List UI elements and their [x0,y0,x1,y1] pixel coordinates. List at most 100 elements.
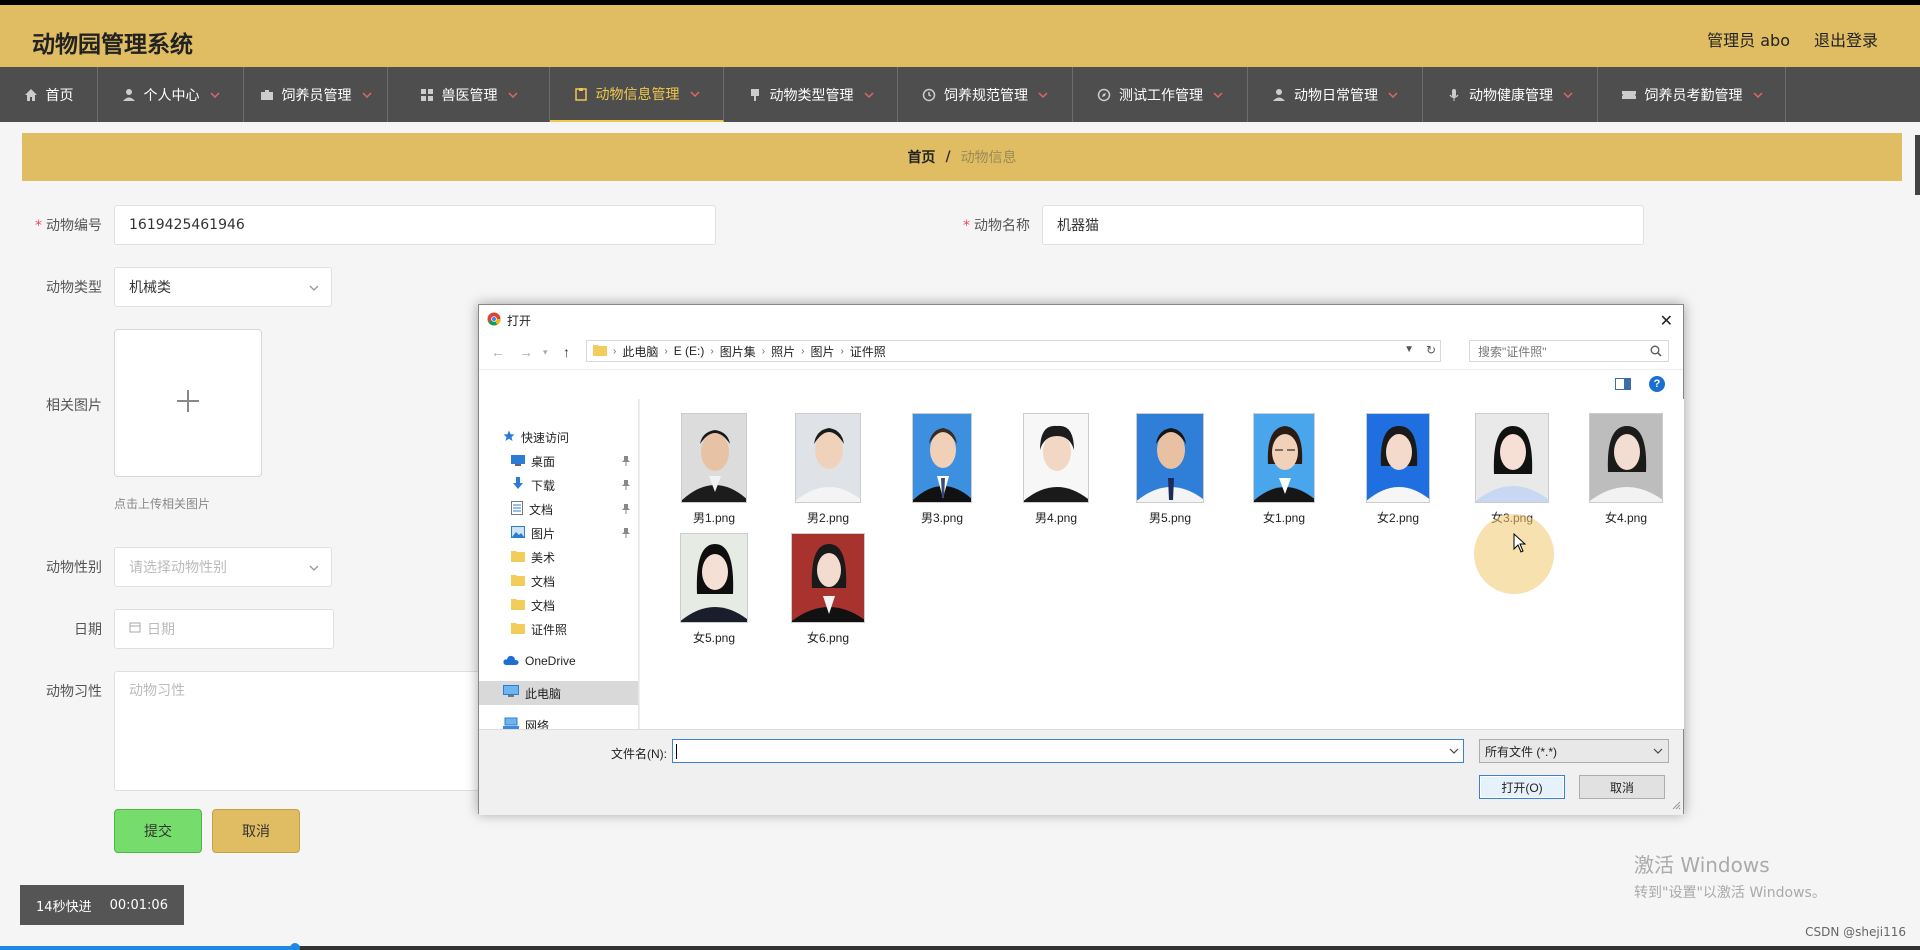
submit-button[interactable]: 提交 [114,809,202,853]
animal-id-input[interactable]: 1619425461946 [114,205,716,245]
animal-type-select[interactable]: 机械类 [114,267,332,307]
refresh-icon[interactable]: ↻ [1426,343,1436,357]
folder-icon [593,344,607,359]
sidebar-item-documents[interactable]: 文档 [479,497,638,521]
nav-item-animal-types[interactable]: 动物类型管理 [724,67,898,122]
chevron-down-icon [689,90,700,97]
file-item[interactable]: 女2.png [1352,413,1444,531]
download-icon [511,476,525,494]
chevron-down-icon [1563,91,1573,98]
photo-thumbnail [1475,413,1549,503]
file-item[interactable]: 男4.png [1010,413,1102,531]
video-progress-bar[interactable] [0,943,1920,950]
file-name: 女6.png [806,631,850,645]
resize-grip-icon[interactable] [1672,799,1681,813]
nav-item-personal[interactable]: 个人中心 [98,67,244,122]
file-item[interactable]: 女6.png [782,533,874,651]
page-scrollbar[interactable] [1915,135,1920,195]
pin-icon [622,503,630,517]
sidebar-item-desktop[interactable]: 桌面 [479,449,638,473]
progress-knob[interactable] [290,943,300,950]
address-bar[interactable]: › 此电脑 › E (E:) › 图片集 › 照片 › 图片 › 证件照 ▼ ↻ [586,340,1441,362]
nav-item-feeding-rules[interactable]: 饲养规范管理 [898,67,1073,122]
dialog-search-input[interactable]: 搜索"证件照" [1469,340,1669,362]
preview-pane-icon[interactable] [1615,378,1631,393]
path-segment[interactable]: E (E:) [674,344,705,358]
cancel-button[interactable]: 取消 [212,809,300,853]
sidebar-item-folder[interactable]: 文档 [479,569,638,593]
chevron-down-icon[interactable]: ▼ [1404,344,1414,355]
forward-arrow-icon[interactable]: → [519,344,533,360]
search-icon [1650,345,1662,360]
nav-item-test-work[interactable]: 测试工作管理 [1073,67,1248,122]
date-label: 日期 [74,622,102,638]
habit-textarea[interactable]: 动物习性 [114,671,480,791]
folder-icon [511,550,525,565]
dialog-cancel-button[interactable]: 取消 [1579,775,1665,799]
nav-item-keepers[interactable]: 饲养员管理 [244,67,388,122]
file-item[interactable]: 男5.png [1124,413,1216,531]
desktop-icon [511,454,525,469]
file-item[interactable]: 女5.png [668,533,760,651]
photo-thumbnail [912,413,972,503]
file-type-select[interactable]: 所有文件 (*.*) [1479,739,1669,763]
app-root: 动物园管理系统 管理员 abo 退出登录 首页 个人中心 饲养员管理 兽医管理 … [0,5,1920,950]
file-item[interactable]: 男2.png [782,413,874,531]
dialog-title: 打开 [507,313,532,328]
sidebar-onedrive[interactable]: OneDrive [479,649,638,673]
filename-input[interactable] [672,739,1464,763]
gender-placeholder: 请选择动物性别 [129,560,227,576]
recent-dropdown-icon[interactable]: ▾ [543,347,548,358]
cloud-icon [503,654,519,668]
nav-item-keeper-attendance[interactable]: 饲养员考勤管理 [1598,67,1786,122]
animal-type-value: 机械类 [129,280,171,296]
nav-item-animal-health[interactable]: 动物健康管理 [1423,67,1598,122]
sidebar-this-pc[interactable]: 此电脑 [479,681,638,705]
gender-select[interactable]: 请选择动物性别 [114,547,332,587]
path-segment[interactable]: 图片 [810,343,834,360]
path-segment[interactable]: 照片 [771,343,795,360]
up-arrow-icon[interactable]: ↑ [563,344,570,360]
chevron-down-icon [361,91,372,98]
sidebar-item-folder[interactable]: 证件照 [479,617,638,641]
chevron-down-icon[interactable] [1449,744,1459,761]
dialog-sidebar: 快速访问 桌面 下载 文档 图片 美术 文档 文档 证件照 OneDrive 此… [479,399,639,733]
microphone-icon [1447,88,1461,102]
path-segment[interactable]: 图片集 [720,343,756,360]
sidebar-item-folder[interactable]: 文档 [479,593,638,617]
help-icon[interactable]: ? [1649,376,1665,392]
sidebar-item-folder[interactable]: 美术 [479,545,638,569]
compass-icon [1097,88,1111,102]
date-picker[interactable]: 日期 [114,609,334,649]
nav-label: 饲养员管理 [281,87,352,104]
star-icon [503,430,515,445]
path-segment[interactable]: 此电脑 [622,343,658,360]
back-arrow-icon[interactable]: ← [491,344,505,360]
sidebar-item-downloads[interactable]: 下载 [479,473,638,497]
file-item[interactable]: 女1.png [1238,413,1330,531]
nav-item-vets[interactable]: 兽医管理 [388,67,550,122]
file-item[interactable]: 男1.png [668,413,760,531]
dialog-titlebar: 打开 ✕ [479,305,1683,335]
chevron-down-icon [1752,91,1763,98]
path-segment[interactable]: 证件照 [850,343,886,360]
nav-item-animal-daily[interactable]: 动物日常管理 [1248,67,1423,122]
nav-item-home[interactable]: 首页 [0,67,98,122]
app-title: 动物园管理系统 [32,32,193,58]
file-item[interactable]: 女4.png [1580,413,1672,531]
sidebar-quick-access[interactable]: 快速访问 [479,425,638,449]
breadcrumb-home[interactable]: 首页 [907,147,935,167]
animal-id-label: * 动物编号 [35,218,102,234]
animal-name-input[interactable]: 机器猫 [1042,205,1644,245]
sidebar-item-pictures[interactable]: 图片 [479,521,638,545]
photo-thumbnail [1023,413,1089,503]
logout-link[interactable]: 退出登录 [1814,27,1878,51]
open-button[interactable]: 打开(O) [1479,775,1565,799]
photo-upload-box[interactable] [114,329,262,477]
chevron-down-icon [309,559,319,575]
nav-item-animal-info[interactable]: 动物信息管理 [550,67,724,122]
file-name: 男5.png [1148,511,1192,525]
close-icon[interactable]: ✕ [1660,311,1673,331]
file-name: 男2.png [806,511,850,525]
file-item[interactable]: 男3.png [896,413,988,531]
